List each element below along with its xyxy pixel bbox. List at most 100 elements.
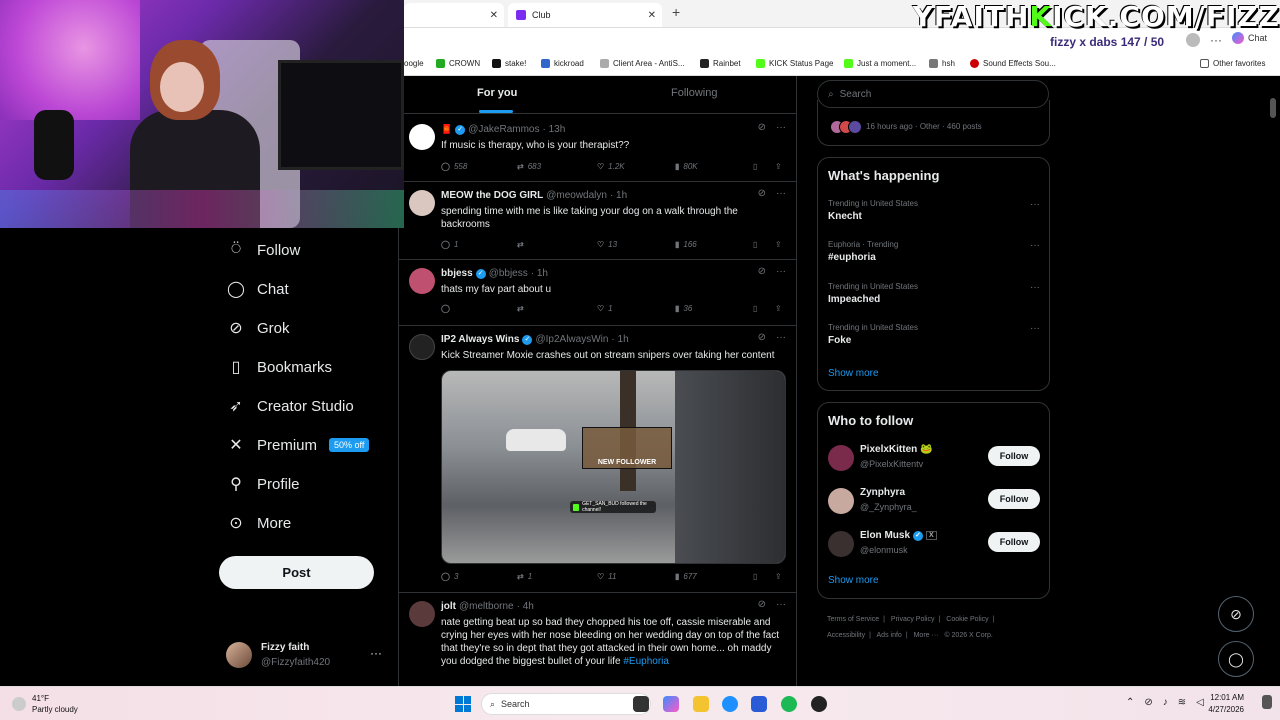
other-favorites[interactable]: Other favorites xyxy=(1200,59,1265,68)
tweet-author[interactable]: MEOW the DOG GIRL xyxy=(441,190,543,201)
windows-start-icon[interactable] xyxy=(455,696,471,712)
tweet-handle[interactable]: @Ip2AlwaysWin xyxy=(535,334,608,345)
tweet-time[interactable]: · 13h xyxy=(543,124,566,135)
tweet-handle[interactable]: @meltborne xyxy=(459,601,514,612)
copilot-chat-button[interactable]: Chat xyxy=(1232,32,1267,44)
footer-link[interactable]: Cookie Policy xyxy=(946,616,988,623)
follow-button[interactable]: Follow xyxy=(988,446,1040,466)
more-horizontal-icon[interactable]: ··· xyxy=(1030,282,1040,293)
bookmark[interactable]: Client Area - AntiS... xyxy=(600,59,685,68)
more-horizontal-icon[interactable]: ··· xyxy=(1030,240,1040,251)
bookmark[interactable]: KICK Status Page xyxy=(756,59,833,68)
browser-profile-icon[interactable] xyxy=(1186,33,1200,47)
new-tab-icon[interactable]: + xyxy=(672,4,680,20)
views-button[interactable]: ▮ 677 xyxy=(675,572,697,581)
like-button[interactable]: ♡ 1 xyxy=(597,304,613,313)
like-button[interactable]: ♡ 13 xyxy=(597,240,617,249)
trend-item[interactable]: Trending in United States Foke ··· xyxy=(828,323,1040,359)
tweet[interactable]: IP2 Always Wins ✓ @Ip2AlwaysWin · 1h ⊘ ··· K… xyxy=(399,326,796,593)
follow-suggestion[interactable]: Zynphyra @_Zynphyra_ Follow xyxy=(828,486,1040,520)
messages-fab[interactable]: ◯ xyxy=(1218,641,1254,677)
tweet-author[interactable]: jolt xyxy=(441,601,456,612)
reply-button[interactable]: ◯ xyxy=(441,304,454,313)
avatar[interactable] xyxy=(409,190,435,216)
views-button[interactable]: ▮ 166 xyxy=(675,240,697,249)
tab-following[interactable]: Following xyxy=(671,87,717,99)
wifi-icon[interactable]: ≋ xyxy=(1178,697,1186,708)
views-button[interactable]: ▮ 80K xyxy=(675,162,698,171)
share-icon[interactable]: ⇪ xyxy=(775,240,782,249)
avatar[interactable] xyxy=(828,531,854,557)
tab-for-you[interactable]: For you xyxy=(477,87,517,99)
tweet[interactable]: bbjess ✓ @bbjess · 1h ⊘ ··· thats my fav par… xyxy=(399,260,796,326)
trend-item[interactable]: Trending in United States Impeached ··· xyxy=(828,282,1040,318)
chevron-up-icon[interactable]: ⌃ xyxy=(1126,697,1134,708)
show-more-link[interactable]: Show more xyxy=(828,575,879,586)
avatar[interactable] xyxy=(828,445,854,471)
network-icon[interactable]: ⊘ xyxy=(1144,697,1152,708)
more-horizontal-icon[interactable]: ··· xyxy=(370,646,382,660)
reply-button[interactable]: ◯ 558 xyxy=(441,162,467,171)
browser-tab[interactable]: ✕ xyxy=(404,3,504,27)
nav-item-profile[interactable]: ⚲ Profile xyxy=(227,466,299,502)
avatar[interactable] xyxy=(828,488,854,514)
nav-item-follow[interactable]: ⍥ Follow xyxy=(227,232,300,268)
trend-item[interactable]: Trending in United States Knecht ··· xyxy=(828,199,1040,235)
grok-icon[interactable]: ⊘ xyxy=(758,122,766,133)
grok-fab[interactable]: ⊘ xyxy=(1218,596,1254,632)
grok-icon[interactable]: ⊘ xyxy=(758,266,766,277)
reply-button[interactable]: ◯ 1 xyxy=(441,240,458,249)
footer-link[interactable]: Privacy Policy xyxy=(891,616,935,623)
tweet-time[interactable]: · 1h xyxy=(611,334,628,345)
show-more-link[interactable]: Show more xyxy=(828,368,879,379)
tweet-time[interactable]: · 1h xyxy=(610,190,627,201)
avatar[interactable] xyxy=(409,124,435,150)
bookmark[interactable]: CROWN xyxy=(436,59,480,68)
bookmark-icon[interactable]: ▯ xyxy=(753,572,757,581)
tweet-handle[interactable]: @meowdalyn xyxy=(546,190,607,201)
views-button[interactable]: ▮ 36 xyxy=(675,304,692,313)
nav-item-chat[interactable]: ◯ Chat xyxy=(227,271,289,307)
footer-link[interactable]: Ads info xyxy=(877,632,902,639)
grok-icon[interactable]: ⊘ xyxy=(758,332,766,343)
tweet-author[interactable]: bbjess xyxy=(441,268,473,279)
share-icon[interactable]: ⇪ xyxy=(775,162,782,171)
task-view-icon[interactable] xyxy=(633,696,649,712)
bookmark[interactable]: Just a moment... xyxy=(844,59,916,68)
nav-item-more[interactable]: ⊙ More xyxy=(227,505,291,541)
edge-icon[interactable] xyxy=(722,696,738,712)
nav-item-grok[interactable]: ⊘ Grok xyxy=(227,310,289,346)
bookmark[interactable]: oogle xyxy=(404,59,424,68)
account-switcher[interactable]: Fizzy faith @Fizzyfaith420 ··· xyxy=(226,640,386,674)
tweet[interactable]: jolt @meltborne · 4h ⊘ ··· nate getting bea… xyxy=(399,593,796,686)
follow-suggestion[interactable]: Elon Musk ✓ X @elonmusk Follow xyxy=(828,529,1040,563)
store-icon[interactable] xyxy=(751,696,767,712)
footer-link[interactable]: More ··· xyxy=(914,632,939,639)
like-button[interactable]: ♡ 1.2K xyxy=(597,162,625,171)
bookmark-icon[interactable]: ▯ xyxy=(753,162,757,171)
taskbar-search[interactable]: ⌕ Search xyxy=(481,693,651,715)
tweet[interactable]: 🧧 ✓ @JakeRammos · 13h ⊘ ··· If music is ther… xyxy=(399,116,796,182)
nav-item-creator-studio[interactable]: ➶ Creator Studio xyxy=(227,388,353,424)
tweet-handle[interactable]: @JakeRammos xyxy=(468,124,539,135)
close-tab-icon[interactable]: ✕ xyxy=(648,10,656,21)
more-horizontal-icon[interactable]: ··· xyxy=(776,332,786,343)
weather-widget[interactable]: 41°F Partly cloudy xyxy=(12,693,78,715)
grok-icon[interactable]: ⊘ xyxy=(758,599,766,610)
tweet-time[interactable]: · 1h xyxy=(531,268,548,279)
notification-icon[interactable] xyxy=(1262,695,1272,709)
more-horizontal-icon[interactable]: ··· xyxy=(776,122,786,133)
tweet[interactable]: MEOW the DOG GIRL @meowdalyn · 1h ⊘ ··· spe… xyxy=(399,182,796,260)
bookmark[interactable]: Sound Effects Sou... xyxy=(970,59,1056,68)
copilot-icon[interactable] xyxy=(663,696,679,712)
post-button[interactable]: Post xyxy=(219,556,374,589)
more-horizontal-icon[interactable]: ··· xyxy=(776,188,786,199)
more-horizontal-icon[interactable]: ··· xyxy=(776,599,786,610)
more-horizontal-icon[interactable]: ··· xyxy=(776,266,786,277)
follow-button[interactable]: Follow xyxy=(988,489,1040,509)
like-button[interactable]: ♡ 11 xyxy=(597,572,616,581)
more-horizontal-icon[interactable]: ··· xyxy=(1030,323,1040,334)
avatar[interactable] xyxy=(409,268,435,294)
bookmark[interactable]: stake! xyxy=(492,59,526,68)
obs-icon[interactable] xyxy=(811,696,827,712)
